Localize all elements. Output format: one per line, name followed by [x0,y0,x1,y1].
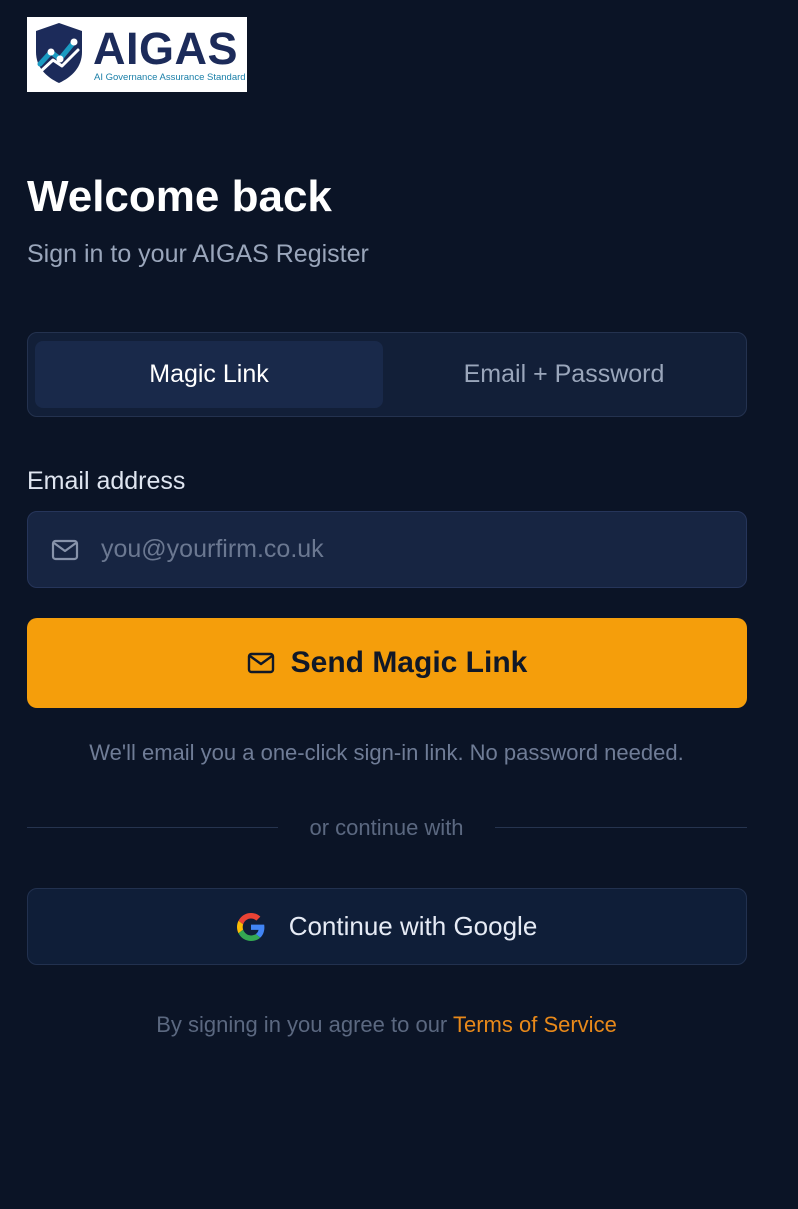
divider-line-right [495,827,747,828]
send-magic-link-button[interactable]: Send Magic Link [27,618,747,708]
auth-method-tabs: Magic Link Email + Password [27,332,747,417]
divider-line-left [27,827,278,828]
mail-icon [51,539,79,561]
email-input[interactable] [101,512,721,587]
send-magic-link-label: Send Magic Link [290,646,528,679]
helper-text: We'll email you a one-click sign-in link… [89,740,684,765]
brand-tagline: AI Governance Assurance Standard [94,72,246,83]
terms-of-service-link[interactable]: Terms of Service [453,1012,617,1037]
google-icon [236,912,265,941]
terms-prefix: By signing in you agree to our [156,1012,448,1037]
page-title: Welcome back [27,172,332,221]
brand-logo: AIGAS AI Governance Assurance Standard [27,17,247,92]
brand-name: AIGAS [93,23,239,74]
divider-text: or continue with [309,815,464,840]
email-label: Email address [27,467,186,495]
google-sign-in-button[interactable]: Continue with Google [27,888,747,965]
google-sign-in-label: Continue with Google [288,911,538,941]
tab-email-password[interactable]: Email + Password [390,341,738,408]
shield-logo-icon [36,23,82,83]
terms-notice: By signing in you agree to our Terms of … [0,1010,773,1040]
page-subtitle: Sign in to your AIGAS Register [27,240,369,268]
tab-magic-link[interactable]: Magic Link [35,341,383,408]
email-field-wrapper [27,511,747,588]
mail-icon [247,652,274,674]
